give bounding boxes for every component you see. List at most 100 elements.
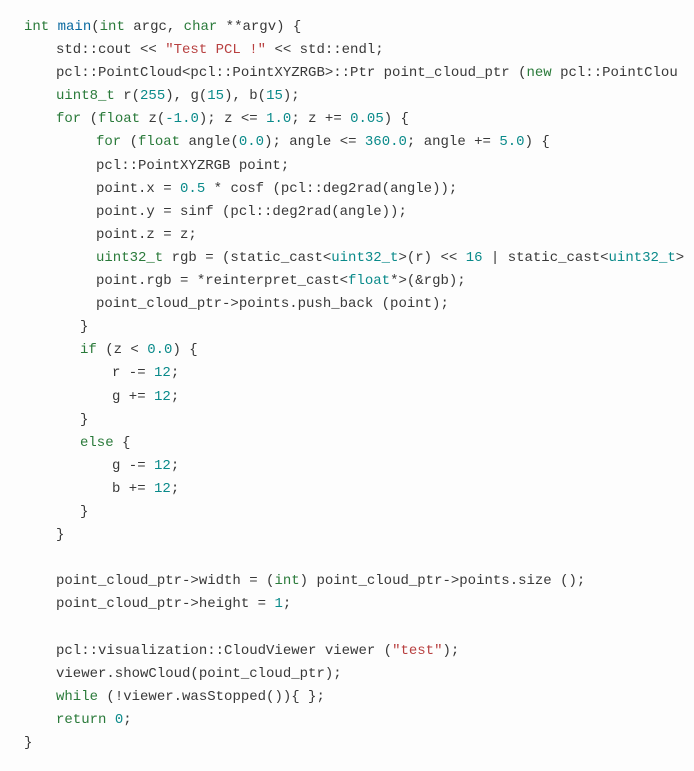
code-line: g -= 12; — [24, 455, 670, 478]
token: ) point_cloud_ptr->points.size (); — [300, 573, 586, 589]
type-float: float — [348, 273, 390, 289]
token: ) { — [172, 342, 197, 358]
token: ), g( — [165, 88, 207, 104]
code-line: point.z = z; — [24, 224, 670, 247]
code-line: point_cloud_ptr->points.push_back (point… — [24, 293, 670, 316]
number: 12 — [154, 389, 171, 405]
token: ) { — [525, 134, 550, 150]
token: r( — [115, 88, 140, 104]
number: 12 — [154, 458, 171, 474]
keyword-int: int — [24, 19, 49, 35]
type-float: float — [138, 134, 180, 150]
token: ; — [171, 481, 179, 497]
token: g -= — [112, 458, 154, 474]
token: point.z = z; — [96, 227, 197, 243]
token: ; — [283, 596, 291, 612]
token: point.y = sinf (pcl::deg2rad(angle)); — [96, 204, 407, 220]
code-line: point.y = sinf (pcl::deg2rad(angle)); — [24, 201, 670, 224]
token: pcl::visualization::CloudViewer viewer ( — [56, 643, 392, 659]
code-line: return 0; — [24, 709, 670, 732]
code-line: g += 12; — [24, 386, 670, 409]
number: 0.5 — [180, 181, 205, 197]
token: ; — [123, 712, 131, 728]
token: ( — [81, 111, 98, 127]
token: r -= — [112, 365, 154, 381]
code-line: viewer.showCloud(point_cloud_ptr); — [24, 663, 670, 686]
token: ); — [283, 88, 300, 104]
keyword-while: while — [56, 689, 98, 705]
token: } — [24, 735, 32, 751]
code-line: point_cloud_ptr->width = (int) point_clo… — [24, 570, 670, 593]
code-line: uint8_t r(255), g(15), b(15); — [24, 85, 670, 108]
keyword-new: new — [526, 65, 551, 81]
code-line: pcl::PointCloud<pcl::PointXYZRGB>::Ptr p… — [24, 62, 670, 85]
token: angle( — [180, 134, 239, 150]
code-line: } — [24, 524, 670, 547]
token: *>(&rgb); — [390, 273, 466, 289]
type-float: float — [98, 111, 140, 127]
number: 0.05 — [350, 111, 384, 127]
token: ), b( — [224, 88, 266, 104]
code-line: if (z < 0.0) { — [24, 339, 670, 362]
code-line: point_cloud_ptr->height = 1; — [24, 593, 670, 616]
token: ( — [121, 134, 138, 150]
token: ); z <= — [199, 111, 266, 127]
token: g += — [112, 389, 154, 405]
keyword-else: else — [80, 435, 114, 451]
code-line: while (!viewer.wasStopped()){ }; — [24, 686, 670, 709]
number: 15 — [207, 88, 224, 104]
number: 1.0 — [266, 111, 291, 127]
number: 0.0 — [147, 342, 172, 358]
token: ); angle <= — [264, 134, 365, 150]
code-line: point.rgb = *reinterpret_cast<float*>(&r… — [24, 270, 670, 293]
number: 5.0 — [499, 134, 524, 150]
code-line: for (float z(-1.0); z <= 1.0; z += 0.05)… — [24, 108, 670, 131]
code-line: r -= 12; — [24, 362, 670, 385]
type-uint32: uint32_t — [96, 250, 163, 266]
number: 360.0 — [365, 134, 407, 150]
number: 16 — [466, 250, 483, 266]
token: > — [676, 250, 684, 266]
token: z( — [140, 111, 165, 127]
token: ; angle += — [407, 134, 499, 150]
token: } — [56, 527, 64, 543]
token: b += — [112, 481, 154, 497]
token: ; z += — [291, 111, 350, 127]
token: pcl::PointXYZRGB point; — [96, 158, 289, 174]
token: point.rgb = *reinterpret_cast< — [96, 273, 348, 289]
token: std::cout << — [56, 42, 165, 58]
token: } — [80, 319, 88, 335]
token: **argv) { — [217, 19, 301, 35]
keyword-return: return — [56, 712, 106, 728]
code-line: b += 12; — [24, 478, 670, 501]
number: 255 — [140, 88, 165, 104]
code-line — [24, 547, 670, 570]
keyword-for: for — [56, 111, 81, 127]
number: 0.0 — [239, 134, 264, 150]
token: << std::endl; — [266, 42, 384, 58]
string-literal: "test" — [392, 643, 442, 659]
token: ; — [171, 365, 179, 381]
func-main: main — [58, 19, 92, 35]
code-line: std::cout << "Test PCL !" << std::endl; — [24, 39, 670, 62]
string-literal: "Test PCL !" — [165, 42, 266, 58]
token: argc, — [125, 19, 184, 35]
number: -1.0 — [165, 111, 199, 127]
number: 12 — [154, 365, 171, 381]
token: | static_cast< — [483, 250, 609, 266]
token: (!viewer.wasStopped()){ }; — [98, 689, 325, 705]
token: { — [114, 435, 131, 451]
type-uint8: uint8_t — [56, 88, 115, 104]
token: viewer.showCloud(point_cloud_ptr); — [56, 666, 342, 682]
code-line: } — [24, 409, 670, 432]
token: >(r) << — [398, 250, 465, 266]
number: 15 — [266, 88, 283, 104]
code-line: } — [24, 501, 670, 524]
token: * cosf (pcl::deg2rad(angle)); — [205, 181, 457, 197]
code-line: } — [24, 732, 670, 755]
keyword-if: if — [80, 342, 97, 358]
code-line: } — [24, 316, 670, 339]
keyword-int: int — [274, 573, 299, 589]
token: pcl::PointCloud<pcl::PointXYZRGB>::Ptr p… — [56, 65, 526, 81]
code-line: else { — [24, 432, 670, 455]
